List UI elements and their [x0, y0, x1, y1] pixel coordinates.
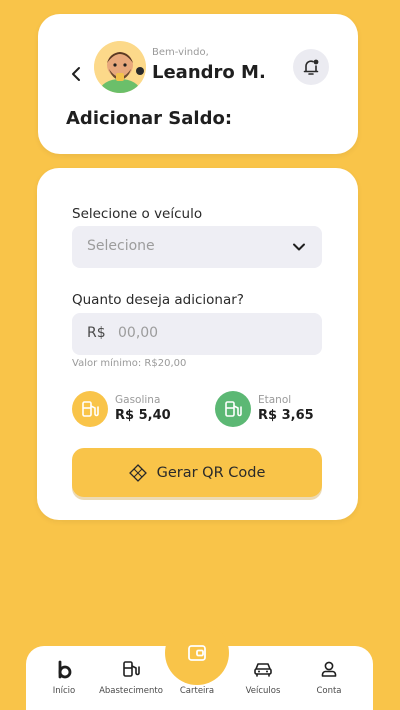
- page-title: Adicionar Saldo:: [66, 108, 233, 129]
- gasoline-price: R$ 5,40: [115, 408, 171, 423]
- welcome-text: Bem-vindo,: [152, 47, 209, 58]
- gasoline-name: Gasolina: [115, 394, 161, 406]
- chevron-down-icon: [293, 243, 305, 251]
- wallet-fab[interactable]: [168, 624, 226, 682]
- ethanol-icon: [215, 391, 251, 427]
- user-name: Leandro M.: [152, 62, 266, 83]
- nav-label-inicio: Início: [52, 686, 76, 696]
- generate-qr-button[interactable]: Gerar QR Code: [72, 448, 322, 497]
- car-icon: [254, 663, 272, 677]
- vehicle-select[interactable]: Selecione: [72, 226, 322, 268]
- gasoline-icon: [72, 391, 108, 427]
- amount-placeholder: 00,00: [118, 325, 159, 341]
- nav-label-abastecimento: Abastecimento: [99, 686, 163, 696]
- bell-icon: [303, 59, 319, 75]
- add-balance-form: Selecione o veículo Selecione Quanto des…: [37, 168, 358, 520]
- amount-label: Quanto deseja adicionar?: [72, 292, 244, 308]
- nav-label-conta: Conta: [316, 686, 342, 696]
- ethanol-price: R$ 3,65: [258, 408, 314, 423]
- nav-item-abastecimento[interactable]: Abastecimento: [96, 646, 166, 710]
- vehicle-select-value: Selecione: [87, 238, 155, 254]
- nav-item-inicio[interactable]: Início: [29, 646, 99, 710]
- notifications-button[interactable]: [293, 49, 329, 85]
- back-button[interactable]: [69, 64, 85, 84]
- home-b-icon: [58, 660, 72, 679]
- fuel-pump-icon: [123, 661, 140, 677]
- vehicle-label: Selecione o veículo: [72, 206, 203, 222]
- header-card: Bem-vindo, Leandro M. Adicionar Saldo:: [38, 14, 358, 154]
- generate-qr-label: Gerar QR Code: [156, 464, 266, 481]
- nav-label-veiculos: Veículos: [245, 686, 281, 696]
- qr-diamond-icon: [128, 463, 147, 482]
- chevron-left-icon: [72, 67, 80, 81]
- currency-prefix: R$: [87, 325, 106, 341]
- minimum-value-note: Valor mínimo: R$20,00: [72, 358, 187, 369]
- nav-item-conta[interactable]: Conta: [294, 646, 364, 710]
- nav-item-veiculos[interactable]: Veículos: [228, 646, 298, 710]
- wallet-icon: [188, 645, 206, 661]
- avatar[interactable]: [94, 41, 146, 93]
- amount-input[interactable]: R$ 00,00: [72, 313, 322, 355]
- ethanol-name: Etanol: [258, 394, 292, 406]
- nav-label-carteira: Carteira: [179, 686, 215, 696]
- user-icon: [321, 661, 337, 677]
